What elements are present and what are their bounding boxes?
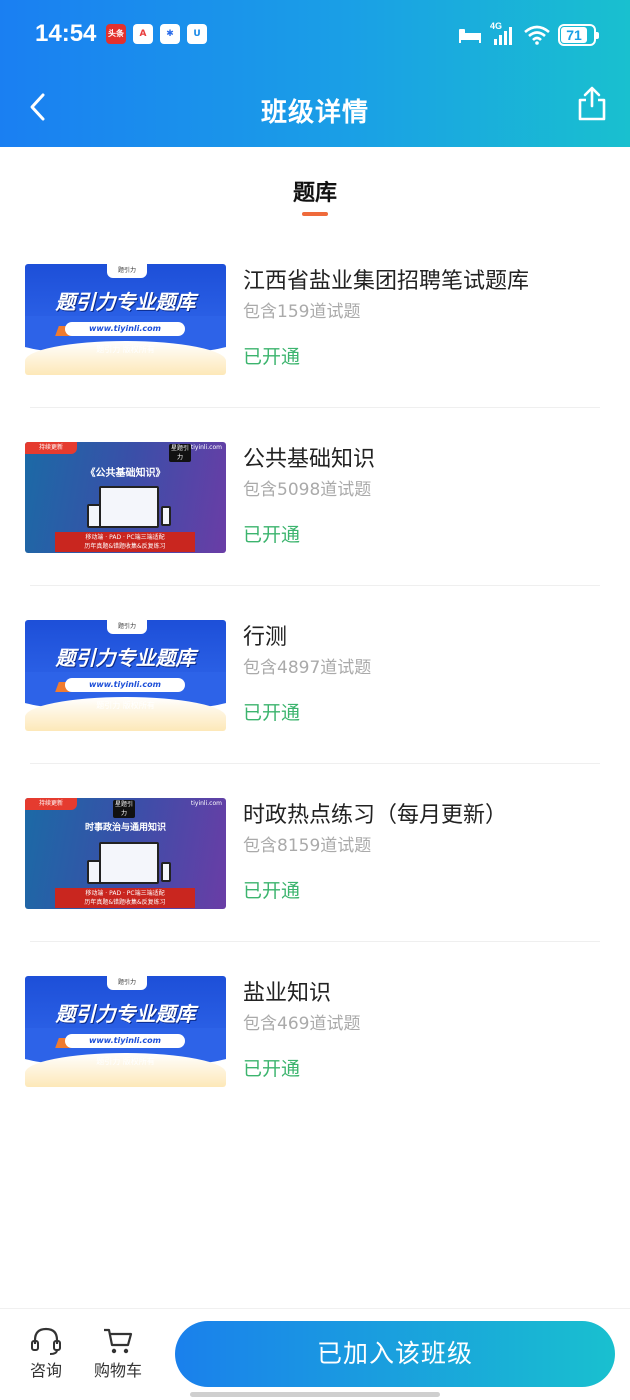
thumb-url: www.tiyinli.com	[65, 678, 185, 692]
thumb-copyright: 题引力 版权所有	[96, 1057, 155, 1066]
app-header: 14:54 头条 A ✱ U 4G 71 班级详情	[0, 0, 630, 147]
app-a-icon: A	[133, 24, 153, 44]
item-name: 行测	[243, 625, 288, 650]
cart-label: 购物车	[93, 1361, 142, 1380]
app-u-icon: U	[187, 24, 207, 44]
course-thumbnail: 持续更新 星题引力 tiyinli.com 《公共基础知识》 移动端 · PAD…	[25, 442, 226, 553]
thumb-url: www.tiyinli.com	[65, 1034, 185, 1048]
joined-class-button[interactable]: 已加入该班级	[175, 1321, 615, 1387]
item-name: 公共基础知识	[243, 447, 376, 472]
thumb-feature-box: 移动端 · PAD · PC端三端适配 历年真题&错题收集&反复练习	[55, 888, 195, 908]
item-count: 包含159道试题	[243, 302, 361, 322]
headset-icon	[31, 1327, 61, 1355]
status-icons: 4G 71	[458, 21, 599, 48]
share-icon[interactable]	[576, 86, 608, 122]
home-indicator	[190, 1392, 440, 1397]
thumb-copyright: 题引力 版权所有	[96, 345, 155, 354]
battery-icon: 71	[558, 24, 599, 46]
item-name: 江西省盐业集团招聘笔试题库	[243, 269, 530, 294]
consult-label: 咨询	[29, 1361, 62, 1380]
battery-level: 71	[561, 27, 587, 43]
thumb-tag: 持续更新	[25, 442, 77, 454]
item-status: 已开通	[243, 524, 301, 546]
thumb-logo: 题引力	[107, 264, 147, 278]
tab-bar: 题库	[0, 147, 630, 237]
item-name: 时政热点练习（每月更新）	[243, 803, 508, 828]
nav-bar: 班级详情	[0, 70, 630, 147]
thumb-badge: 星题引力	[113, 800, 135, 818]
thumb-heading: 时事政治与通用知识	[84, 823, 166, 833]
page-title: 班级详情	[260, 98, 369, 128]
thumb-brand: tiyinli.com	[190, 800, 222, 807]
thumb-heading: 《公共基础知识》	[85, 468, 166, 479]
tab-question-bank[interactable]: 题库	[0, 175, 630, 207]
thumb-logo: 题引力	[107, 620, 147, 634]
course-thumbnail: 题引力 题引力专业题库 www.tiyinli.com 题引力 版权所有	[25, 620, 226, 731]
bed-icon	[459, 29, 481, 43]
item-count: 包含4897道试题	[243, 658, 372, 678]
item-count: 包含469道试题	[243, 1014, 361, 1034]
wifi-icon	[524, 25, 550, 45]
cart-button[interactable]: 购物车	[90, 1321, 146, 1385]
thumb-badge: 星题引力	[169, 444, 191, 462]
thumb-title: 题引力专业题库	[55, 1002, 196, 1026]
status-bar: 14:54 头条 A ✱ U 4G 71	[0, 0, 630, 70]
item-name: 盐业知识	[243, 981, 332, 1006]
thumb-tag: 持续更新	[25, 798, 77, 810]
consult-button[interactable]: 咨询	[18, 1321, 74, 1385]
item-status: 已开通	[243, 346, 301, 368]
item-status: 已开通	[243, 702, 301, 724]
bottom-bar: 咨询 购物车 已加入该班级	[0, 1308, 630, 1400]
list-item[interactable]: 持续更新 星题引力 tiyinli.com 时事政治与通用知识 移动端 · PA…	[0, 764, 630, 942]
list-item[interactable]: 题引力 题引力专业题库 www.tiyinli.com 题引力 版权所有 行测 …	[0, 586, 630, 764]
item-count: 包含5098道试题	[243, 480, 372, 500]
app-cube-icon: ✱	[160, 24, 180, 44]
status-time: 14:54	[35, 20, 97, 47]
item-status: 已开通	[243, 880, 301, 902]
item-status: 已开通	[243, 1058, 301, 1080]
course-thumbnail: 持续更新 星题引力 tiyinli.com 时事政治与通用知识 移动端 · PA…	[25, 798, 226, 909]
thumb-url: www.tiyinli.com	[65, 322, 185, 336]
list-item[interactable]: 持续更新 星题引力 tiyinli.com 《公共基础知识》 移动端 · PAD…	[0, 408, 630, 586]
thumb-feature-box: 移动端 · PAD · PC端三端适配 历年真题&错题收集&反复练习	[55, 532, 195, 552]
item-count: 包含8159道试题	[243, 836, 372, 856]
list-item[interactable]: 题引力 题引力专业题库 www.tiyinli.com 题引力 版权所有 盐业知…	[0, 942, 630, 1120]
thumb-title: 题引力专业题库	[55, 646, 196, 670]
tab-indicator	[302, 212, 328, 216]
thumb-copyright: 题引力 版权所有	[96, 701, 155, 710]
list-item[interactable]: 题引力 题引力专业题库 www.tiyinli.com 题引力 版权所有 江西省…	[0, 230, 630, 408]
cart-icon	[104, 1328, 133, 1354]
course-thumbnail: 题引力 题引力专业题库 www.tiyinli.com 题引力 版权所有	[25, 264, 226, 375]
thumb-title: 题引力专业题库	[55, 290, 196, 314]
toutiao-icon: 头条	[106, 24, 126, 44]
signal-icon: 4G	[490, 21, 516, 47]
thumb-brand: tiyinli.com	[190, 444, 222, 451]
thumb-logo: 题引力	[107, 976, 147, 990]
course-thumbnail: 题引力 题引力专业题库 www.tiyinli.com 题引力 版权所有	[25, 976, 226, 1087]
